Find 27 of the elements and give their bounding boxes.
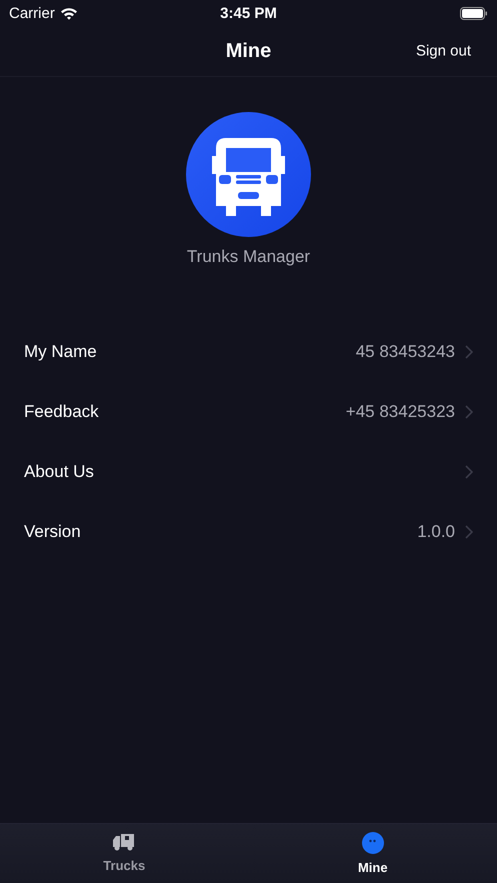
row-value: +45 83425323: [346, 402, 455, 422]
truck-logo-icon: [186, 112, 311, 237]
settings-row[interactable]: My Name 45 83453243: [0, 322, 497, 382]
row-label: About Us: [24, 462, 94, 482]
tab-item[interactable]: Mine: [248, 824, 497, 883]
settings-row[interactable]: Feedback +45 83425323: [0, 382, 497, 442]
chevron-right-icon: [465, 345, 473, 359]
row-value: 45 83453243: [356, 342, 455, 362]
profile-icon: [362, 832, 384, 854]
chevron-right-icon: [465, 525, 473, 539]
status-time: 3:45 PM: [220, 4, 277, 22]
app-name: Trunks Manager: [186, 247, 310, 267]
row-label: My Name: [24, 342, 97, 362]
row-value: 1.0.0: [417, 522, 455, 542]
row-label: Feedback: [24, 402, 99, 422]
chevron-right-icon: [465, 465, 473, 479]
carrier-label: Carrier: [9, 4, 55, 22]
battery-icon: [460, 6, 488, 20]
truck-icon: [112, 832, 136, 852]
wifi-icon: [60, 6, 78, 20]
settings-row[interactable]: About Us: [0, 442, 497, 502]
nav-title: Mine: [226, 40, 272, 62]
row-label: Version: [24, 522, 81, 542]
sign-out-button[interactable]: Sign out: [416, 40, 471, 62]
chevron-right-icon: [465, 405, 473, 419]
tab-item[interactable]: Trucks: [0, 824, 248, 883]
settings-row[interactable]: Version 1.0.0: [0, 502, 497, 562]
